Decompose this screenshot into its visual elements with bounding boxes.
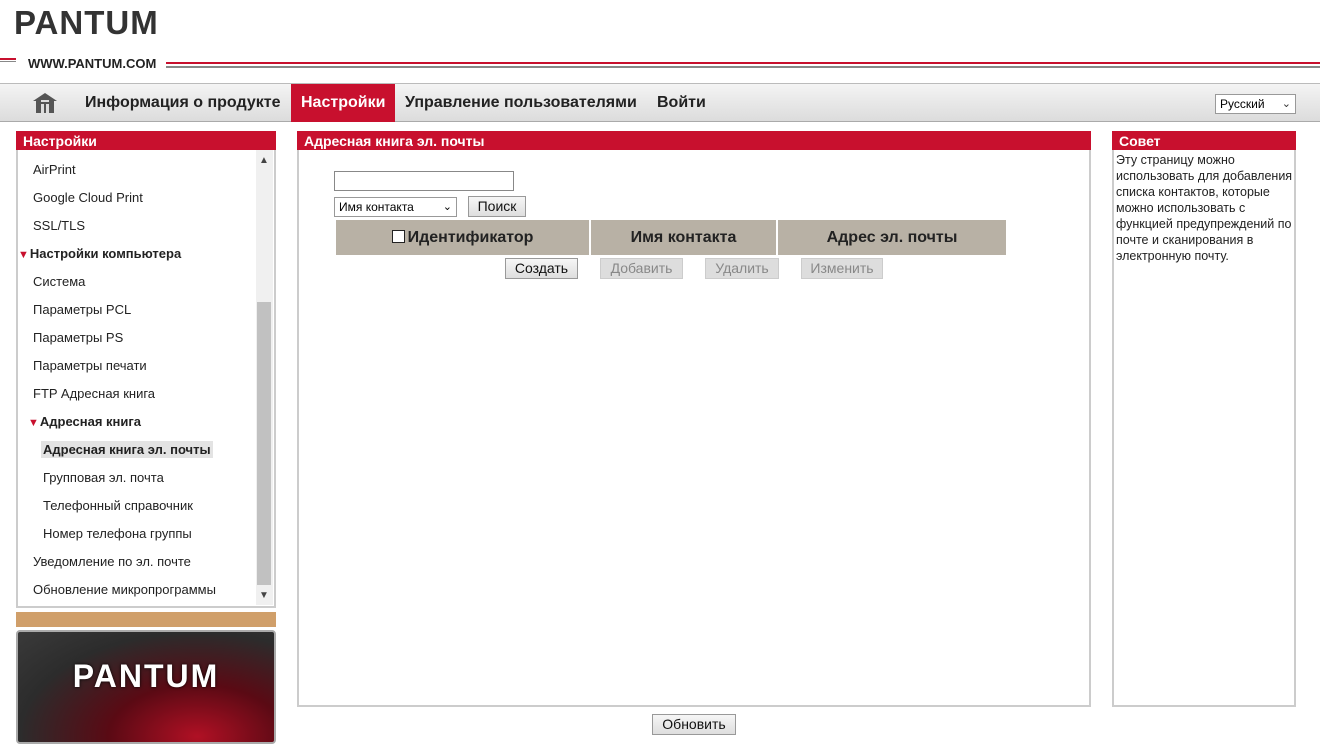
- sidebar-group-computer-settings[interactable]: ▼Настройки компьютера: [18, 246, 181, 261]
- search-input[interactable]: [334, 171, 514, 191]
- sidebar-item-ssl-tls[interactable]: SSL/TLS: [33, 218, 85, 233]
- column-header-id[interactable]: Идентификатор: [336, 220, 589, 255]
- header-divider-left: [0, 58, 16, 62]
- sidebar-item-email-address-book[interactable]: Адресная книга эл. почты: [41, 441, 213, 458]
- sidebar-scroll-thumb[interactable]: [257, 302, 271, 585]
- column-header-email[interactable]: Адрес эл. почты: [778, 220, 1006, 255]
- select-all-checkbox[interactable]: [391, 230, 405, 243]
- add-button[interactable]: Добавить: [600, 258, 683, 279]
- column-header-contact-name[interactable]: Имя контакта: [591, 220, 776, 255]
- nav-user-management[interactable]: Управление пользователями: [395, 84, 647, 122]
- main-title: Адресная книга эл. почты: [297, 131, 1091, 151]
- tip-title: Совет: [1112, 131, 1296, 151]
- decorative-bar: [16, 612, 276, 627]
- sidebar-item-airprint[interactable]: AirPrint: [33, 162, 76, 177]
- sidebar-item-ftp-address-book[interactable]: FTP Адресная книга: [33, 386, 155, 401]
- nav-product-info[interactable]: Информация о продукте: [75, 84, 290, 122]
- chevron-down-icon: ⌄: [442, 201, 452, 213]
- edit-button[interactable]: Изменить: [801, 258, 883, 279]
- search-button[interactable]: Поиск: [468, 196, 526, 217]
- sidebar-item-ps[interactable]: Параметры PS: [33, 330, 123, 345]
- refresh-button[interactable]: Обновить: [652, 714, 736, 735]
- top-navigation: Информация о продукте Настройки Управлен…: [0, 83, 1320, 122]
- brand-banner-logo: PANTUM: [72, 658, 220, 694]
- expanded-triangle-icon: ▼: [28, 417, 39, 429]
- scroll-down-icon[interactable]: ▼: [257, 588, 271, 603]
- sidebar-item-group-email[interactable]: Групповая эл. почта: [43, 470, 164, 485]
- brand-banner: PANTUM: [16, 630, 276, 744]
- pantum-logo: PANTUM: [14, 4, 159, 41]
- create-button[interactable]: Создать: [505, 258, 578, 279]
- tip-text: Эту страницу можно использовать для доба…: [1116, 153, 1293, 263]
- language-value: Русский: [1220, 97, 1265, 111]
- language-select[interactable]: Русский ⌄: [1215, 94, 1296, 114]
- search-field-value: Имя контакта: [339, 200, 414, 214]
- sidebar-group-address-book[interactable]: ▼Адресная книга: [28, 414, 141, 429]
- sidebar-title: Настройки: [16, 131, 276, 151]
- header-divider-right: [166, 62, 1320, 68]
- sidebar-item-google-cloud-print[interactable]: Google Cloud Print: [33, 190, 143, 205]
- sidebar-group-label: Адресная книга: [39, 414, 142, 429]
- home-icon[interactable]: [32, 92, 58, 114]
- scroll-up-icon[interactable]: ▲: [257, 153, 271, 168]
- expanded-triangle-icon: ▼: [18, 249, 29, 261]
- search-field-select[interactable]: Имя контакта ⌄: [334, 197, 457, 217]
- sidebar-item-email-notification[interactable]: Уведомление по эл. почте: [33, 554, 191, 569]
- delete-button[interactable]: Удалить: [705, 258, 779, 279]
- nav-login[interactable]: Войти: [647, 84, 716, 122]
- sidebar-item-group-phone[interactable]: Номер телефона группы: [43, 526, 192, 541]
- sidebar-item-phone-book[interactable]: Телефонный справочник: [43, 498, 193, 513]
- column-header-label: Идентификатор: [407, 229, 534, 246]
- sidebar-item-print-params[interactable]: Параметры печати: [33, 358, 147, 373]
- sidebar-item-firmware-update[interactable]: Обновление микропрограммы: [33, 582, 216, 597]
- sidebar-item-pcl[interactable]: Параметры PCL: [33, 302, 131, 317]
- sidebar-item-system[interactable]: Система: [33, 274, 85, 289]
- nav-settings[interactable]: Настройки: [291, 84, 396, 122]
- sidebar-group-label: Настройки компьютера: [29, 246, 182, 261]
- website-url[interactable]: WWW.PANTUM.COM: [28, 56, 156, 71]
- chevron-down-icon: ⌄: [1281, 98, 1291, 110]
